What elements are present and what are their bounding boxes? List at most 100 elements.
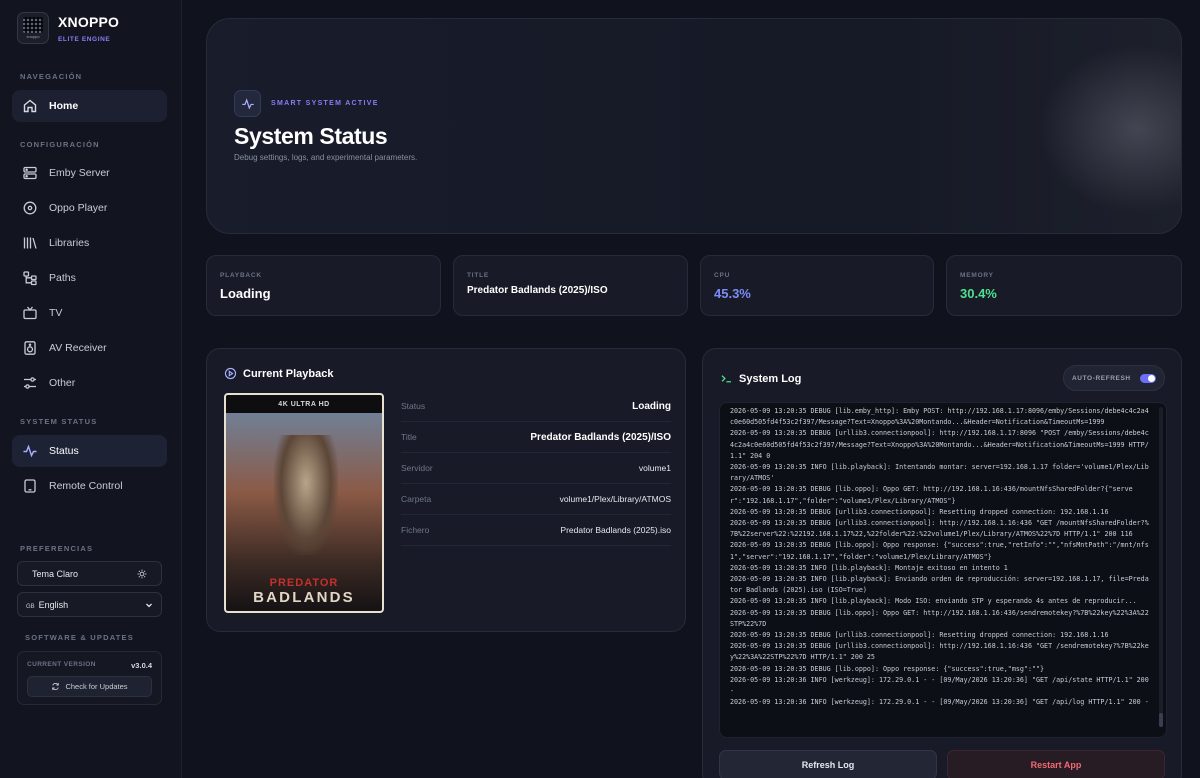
stat-value: Loading — [220, 286, 271, 301]
sidebar-item-label: Remote Control — [49, 480, 123, 492]
brand[interactable]: xnoppo XNOPPO ELITE ENGINE — [17, 12, 119, 44]
movie-poster: 4K ULTRA HD PREDATOR BADLANDS — [224, 393, 384, 613]
sidebar-item-label: AV Receiver — [49, 342, 107, 354]
log-line: 2026-05-09 13:20:36 INFO [werkzeug]: 172… — [730, 675, 1153, 696]
toggle-switch[interactable] — [1140, 373, 1156, 383]
auto-refresh-label: AUTO-REFRESH — [1072, 374, 1131, 382]
log-line: 2026-05-09 13:20:35 INFO [lib.playback]:… — [730, 575, 1149, 595]
section-configuration: CONFIGURACIÓN — [20, 140, 100, 149]
hero-icon-box — [234, 90, 261, 117]
log-line: 2026-05-09 13:20:35 INFO [lib.playback]:… — [730, 463, 1149, 483]
theme-toggle-button[interactable]: Tema Claro — [17, 561, 162, 586]
log-line: 2026-05-09 13:20:35 DEBUG [lib.emby_http… — [730, 407, 1149, 427]
poster-title-bottom: BADLANDS — [253, 589, 355, 606]
system-log-card: System Log AUTO-REFRESH 2026-05-09 13:20… — [702, 348, 1182, 778]
sidebar-item-other[interactable]: Other — [12, 367, 167, 399]
current-playback-card: Current Playback 4K ULTRA HD PREDATOR BA… — [206, 348, 686, 632]
sidebar-item-av-receiver[interactable]: AV Receiver — [12, 332, 167, 364]
chevron-down-icon — [146, 603, 152, 607]
sidebar-item-tv[interactable]: TV — [12, 297, 167, 329]
language-select[interactable]: GB English — [17, 592, 162, 617]
stat-card-cpu: CPU 45.3% — [700, 255, 934, 316]
stat-value: 45.3% — [714, 286, 751, 301]
brand-logo: xnoppo — [17, 12, 49, 44]
sidebar-item-home[interactable]: Home — [12, 90, 167, 122]
poster-artwork — [274, 435, 338, 555]
info-key: Fichero — [401, 525, 430, 535]
stat-card-title: TITLE Predator Badlands (2025)/ISO — [453, 255, 688, 316]
stat-label: MEMORY — [960, 272, 994, 279]
log-line: 2026-05-09 13:20:35 DEBUG [urllib3.conne… — [730, 507, 1109, 516]
log-line: 2026-05-09 13:20:35 DEBUG [urllib3.conne… — [730, 519, 1149, 539]
stat-label: CPU — [714, 272, 731, 279]
sidebar: xnoppo XNOPPO ELITE ENGINE NAVEGACIÓN Ho… — [0, 0, 182, 778]
sidebar-item-oppo-player[interactable]: Oppo Player — [12, 192, 167, 224]
language-value: English — [38, 599, 69, 610]
log-line: 2026-05-09 13:20:35 DEBUG [urllib3.conne… — [730, 642, 1149, 662]
info-value: Predator Badlands (2025)/ISO — [530, 431, 671, 443]
log-lines: 2026-05-09 13:20:35 DEBUG [lib.emby_http… — [730, 406, 1150, 708]
page-subtitle: Debug settings, logs, and experimental p… — [234, 153, 418, 162]
server-icon — [23, 166, 37, 180]
disc-icon — [23, 201, 37, 215]
hero-tag: SMART SYSTEM ACTIVE — [271, 100, 379, 107]
sidebar-item-libraries[interactable]: Libraries — [12, 227, 167, 259]
stat-card-playback: PLAYBACK Loading — [206, 255, 441, 316]
log-line: 2026-05-09 13:20:35 DEBUG [lib.oppo]: Op… — [730, 608, 1149, 628]
info-value: Loading — [632, 400, 671, 412]
sidebar-item-emby-server[interactable]: Emby Server — [12, 157, 167, 189]
check-updates-button[interactable]: Check for Updates — [27, 676, 152, 697]
info-key: Servidor — [401, 463, 433, 473]
stat-label: PLAYBACK — [220, 272, 262, 279]
info-row-file: Fichero Predator Badlands (2025).iso — [401, 515, 671, 546]
paths-icon — [23, 271, 37, 286]
section-software: SOFTWARE & UPDATES — [25, 633, 134, 642]
pulse-icon — [241, 97, 254, 110]
qr-logo-icon — [23, 17, 43, 33]
poster-4k-band: 4K ULTRA HD — [226, 395, 382, 413]
tablet-icon — [24, 479, 36, 493]
info-key: Title — [401, 432, 417, 442]
log-scrollbar[interactable] — [1159, 407, 1163, 727]
logo-text: xnoppo — [26, 34, 40, 39]
sidebar-item-label: Other — [49, 377, 76, 389]
current-version-label: CURRENT VERSION — [27, 661, 96, 668]
stat-value: 30.4% — [960, 286, 997, 301]
stat-card-memory: MEMORY 30.4% — [946, 255, 1182, 316]
log-line: 2026-05-09 13:20:35 DEBUG [urllib3.conne… — [730, 631, 1109, 640]
sidebar-item-label: Libraries — [49, 237, 90, 249]
sidebar-item-label: Emby Server — [49, 167, 110, 179]
info-key: Carpeta — [401, 494, 432, 504]
pulse-icon — [23, 444, 37, 458]
log-output[interactable]: 2026-05-09 13:20:35 DEBUG [lib.emby_http… — [719, 402, 1167, 738]
hero-banner: SMART SYSTEM ACTIVE System Status Debug … — [206, 18, 1182, 234]
tv-icon — [23, 306, 37, 320]
info-row-title: Title Predator Badlands (2025)/ISO — [401, 422, 671, 453]
log-line: 2026-05-09 13:20:35 DEBUG [lib.oppo]: Op… — [730, 664, 1045, 673]
sidebar-item-label: Home — [49, 100, 79, 112]
sidebar-item-status[interactable]: Status — [12, 435, 167, 467]
log-line: 2026-05-09 13:20:35 DEBUG [urllib3.conne… — [730, 429, 1149, 460]
page-title: System Status — [234, 123, 388, 149]
sidebar-item-label: Paths — [49, 272, 76, 284]
card-title: System Log — [720, 372, 801, 385]
stat-value: Predator Badlands (2025)/ISO — [467, 285, 608, 296]
auto-refresh-toggle[interactable]: AUTO-REFRESH — [1063, 365, 1165, 391]
sidebar-item-remote-control[interactable]: Remote Control — [12, 470, 167, 502]
restart-app-button[interactable]: Restart App — [947, 750, 1165, 778]
sidebar-item-paths[interactable]: Paths — [12, 262, 167, 294]
flag-gb-icon: GB — [26, 603, 35, 610]
refresh-log-button[interactable]: Refresh Log — [719, 750, 937, 778]
theme-label: Tema Claro — [32, 568, 79, 579]
sidebar-item-label: Oppo Player — [49, 202, 108, 214]
section-system-status: SYSTEM STATUS — [20, 417, 98, 426]
play-circle-icon — [224, 367, 237, 380]
info-value: volume1/Plex/Library/ATMOS — [559, 494, 671, 504]
brand-subtitle: ELITE ENGINE — [58, 35, 111, 43]
log-line: 2026-05-09 13:20:35 INFO [lib.playback]:… — [730, 597, 1137, 606]
section-navigation: NAVEGACIÓN — [20, 72, 83, 81]
check-updates-label: Check for Updates — [65, 682, 128, 691]
playback-info-table: Status Loading Title Predator Badlands (… — [401, 391, 671, 546]
refresh-icon — [52, 683, 60, 690]
info-row-status: Status Loading — [401, 391, 671, 422]
